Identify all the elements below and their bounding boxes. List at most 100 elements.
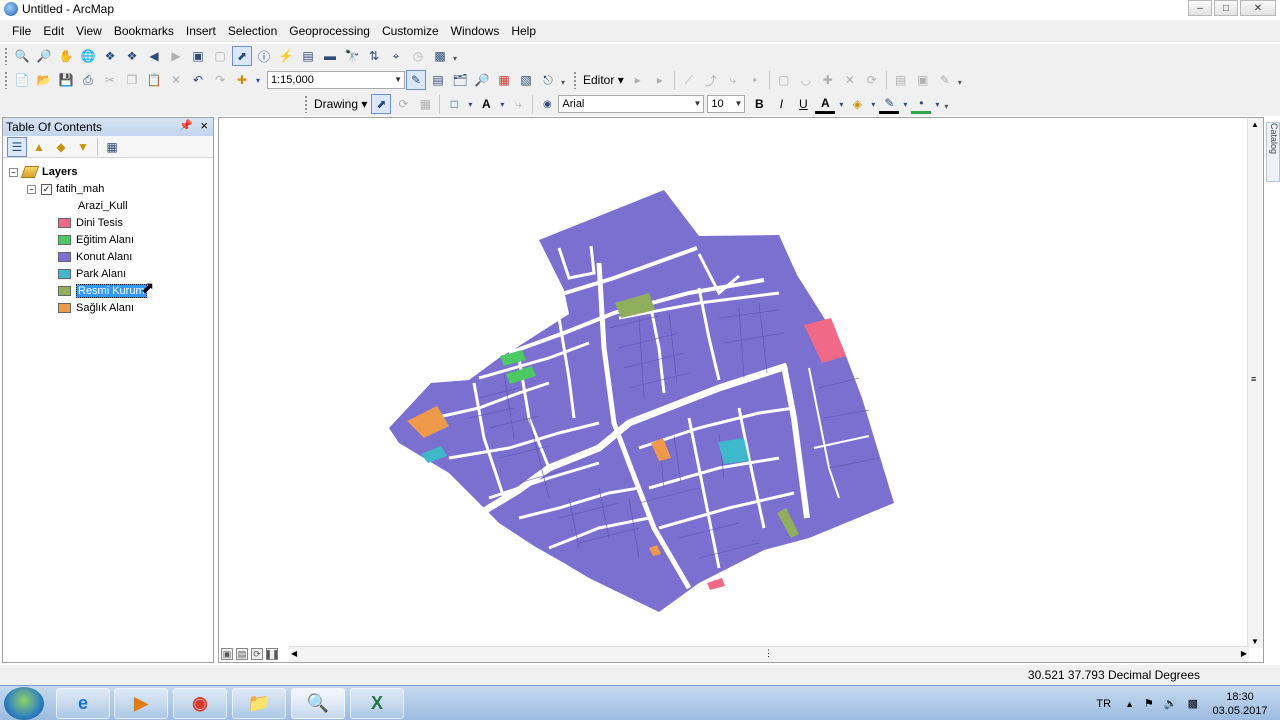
text-dropdown-icon[interactable]: ▾ bbox=[498, 94, 506, 114]
list-by-source-icon[interactable]: ▲ bbox=[29, 137, 49, 157]
scroll-thumb-grip[interactable]: ⋮ bbox=[764, 648, 773, 659]
clock[interactable]: 18:30 03.05.2017 bbox=[1210, 690, 1270, 718]
maximize-button[interactable]: □ bbox=[1214, 0, 1238, 16]
model-builder-icon[interactable]: ⎋ bbox=[538, 70, 558, 90]
delete-icon[interactable]: ✕ bbox=[166, 70, 186, 90]
fill-color-icon[interactable]: ◈ bbox=[847, 94, 867, 114]
fixed-zoom-out-icon[interactable]: ❖ bbox=[122, 46, 142, 66]
map-display[interactable]: ▲ ≡ ▼ ◀ ⋮ ▶ ▣ ▤ ⟳ ❚❚ bbox=[218, 117, 1264, 663]
zoom-in-icon[interactable]: 🔍 bbox=[12, 46, 32, 66]
line-color-icon[interactable]: ✎ bbox=[879, 94, 900, 114]
identify-icon[interactable]: ⓘ bbox=[254, 46, 274, 66]
hyperlink-icon[interactable]: ⚡ bbox=[276, 46, 296, 66]
media-player-icon[interactable]: ▶ bbox=[114, 688, 168, 719]
drawing-menu[interactable]: Drawing ▾ bbox=[311, 97, 370, 111]
copy-icon[interactable]: ❐ bbox=[122, 70, 142, 90]
vertical-scrollbar[interactable]: ▲ ≡ ▼ bbox=[1247, 118, 1263, 648]
zoom-to-selected-icon[interactable]: ▦ bbox=[415, 94, 435, 114]
python-icon[interactable]: ▧ bbox=[516, 70, 536, 90]
print-icon[interactable]: ⎙ bbox=[78, 70, 98, 90]
legend-class-row[interactable]: Konut Alanı bbox=[58, 249, 132, 265]
paste-icon[interactable]: 📋 bbox=[144, 70, 164, 90]
editor-toolbar-icon[interactable]: ✎ bbox=[406, 70, 426, 90]
collapse-icon[interactable]: − bbox=[27, 184, 36, 194]
fill-color-dropdown-icon[interactable]: ▾ bbox=[869, 94, 877, 114]
district-outline[interactable] bbox=[389, 190, 894, 612]
menu-file[interactable]: File bbox=[6, 20, 37, 42]
network-icon[interactable]: ▩ bbox=[1188, 697, 1198, 710]
menu-view[interactable]: View bbox=[70, 20, 108, 42]
marker-color-icon[interactable]: • bbox=[911, 94, 932, 114]
toolbar-grip[interactable] bbox=[304, 95, 308, 113]
search-window-icon[interactable]: 🔎 bbox=[472, 70, 492, 90]
cut-icon[interactable]: ✂ bbox=[100, 70, 120, 90]
menu-windows[interactable]: Windows bbox=[445, 20, 506, 42]
open-icon[interactable]: 📂 bbox=[34, 70, 54, 90]
catalog-side-tab[interactable]: Catalog bbox=[1266, 122, 1280, 182]
end-point-arc-icon[interactable]: ⤴ bbox=[701, 70, 721, 90]
layout-view-icon[interactable]: ▤ bbox=[236, 648, 248, 660]
list-by-selection-icon[interactable]: ▼ bbox=[73, 137, 93, 157]
action-center-icon[interactable]: ⚑ bbox=[1144, 697, 1154, 710]
rectangle-icon[interactable]: □ bbox=[444, 94, 464, 114]
pan-icon[interactable]: ✋ bbox=[56, 46, 76, 66]
redo-icon[interactable]: ↷ bbox=[210, 70, 230, 90]
find-route-icon[interactable]: ⇅ bbox=[364, 46, 384, 66]
menu-insert[interactable]: Insert bbox=[180, 20, 222, 42]
legend-class-label-selected[interactable]: Resmi Kurum bbox=[76, 284, 147, 298]
catalog-icon[interactable]: 🗂 bbox=[450, 70, 470, 90]
line-color-dropdown-icon[interactable]: ▾ bbox=[901, 94, 909, 114]
font-icon[interactable]: ◉ bbox=[537, 94, 557, 114]
close-icon[interactable]: × bbox=[200, 118, 208, 133]
underline-button[interactable]: U bbox=[793, 94, 813, 114]
toolbar-grip[interactable] bbox=[4, 71, 8, 89]
refresh-icon[interactable]: ⟳ bbox=[251, 648, 263, 660]
full-extent-icon[interactable]: 🌐 bbox=[78, 46, 98, 66]
add-data-dropdown-icon[interactable]: ▾ bbox=[254, 70, 262, 90]
add-data-icon[interactable]: ✚ bbox=[232, 70, 252, 90]
collapse-icon[interactable]: − bbox=[9, 167, 18, 177]
marker-color-dropdown-icon[interactable]: ▾ bbox=[933, 94, 941, 114]
select-features-icon[interactable]: ▣ bbox=[188, 46, 208, 66]
layers-root-row[interactable]: − Layers bbox=[9, 164, 77, 180]
toolbar-grip[interactable] bbox=[4, 47, 8, 65]
split-icon[interactable]: ✕ bbox=[840, 70, 860, 90]
language-indicator[interactable]: TR bbox=[1096, 698, 1111, 710]
legend-class-row[interactable]: Resmi Kurum bbox=[58, 283, 147, 299]
data-view-icon[interactable]: ▣ bbox=[221, 648, 233, 660]
bold-button[interactable]: B bbox=[749, 94, 769, 114]
attributes-icon[interactable]: ▤ bbox=[891, 70, 911, 90]
legend-class-row[interactable]: Park Alanı bbox=[58, 266, 126, 282]
font-size-combo[interactable]: 10 ▼ bbox=[707, 95, 746, 113]
toolbar-options-icon[interactable]: ▾ bbox=[958, 73, 966, 87]
toolbar-options-icon[interactable]: ▾ bbox=[944, 97, 952, 111]
new-document-icon[interactable]: 📄 bbox=[12, 70, 32, 90]
font-name-combo[interactable]: Arial ▼ bbox=[558, 95, 705, 113]
go-to-xy-icon[interactable]: ⌖ bbox=[386, 46, 406, 66]
close-button[interactable]: ✕ bbox=[1240, 0, 1276, 16]
measure-icon[interactable]: ▬ bbox=[320, 46, 340, 66]
font-color-button[interactable]: A bbox=[815, 94, 836, 114]
save-icon[interactable]: 💾 bbox=[56, 70, 76, 90]
editor-menu[interactable]: Editor ▾ bbox=[580, 73, 627, 87]
html-popup-icon[interactable]: ▤ bbox=[298, 46, 318, 66]
parcel-dini-tesis[interactable] bbox=[707, 578, 725, 590]
scroll-right-icon[interactable]: ▶ bbox=[1241, 649, 1247, 658]
layer-row[interactable]: − ✓ fatih_mah bbox=[27, 181, 104, 197]
italic-button[interactable]: I bbox=[771, 94, 791, 114]
internet-explorer-icon[interactable]: e bbox=[56, 688, 110, 719]
scroll-thumb-grip[interactable]: ≡ bbox=[1251, 374, 1256, 384]
fixed-zoom-in-icon[interactable]: ❖ bbox=[100, 46, 120, 66]
arcmap-taskbar-icon[interactable]: 🔍 bbox=[291, 688, 345, 719]
edit-annotation-icon[interactable]: ▸ bbox=[650, 70, 670, 90]
zoom-out-icon[interactable]: 🔎 bbox=[34, 46, 54, 66]
horizontal-scrollbar[interactable]: ◀ ⋮ ▶ bbox=[289, 646, 1249, 662]
menu-edit[interactable]: Edit bbox=[37, 20, 70, 42]
scroll-left-icon[interactable]: ◀ bbox=[291, 649, 297, 658]
edit-vertices-icon[interactable]: ⤷ bbox=[508, 94, 528, 114]
cut-polygons-icon[interactable]: ✚ bbox=[818, 70, 838, 90]
menu-geoprocessing[interactable]: Geoprocessing bbox=[283, 20, 376, 42]
map-scale-combo[interactable]: 1:15,000 ▼ bbox=[267, 71, 405, 89]
chrome-icon[interactable]: ◉ bbox=[173, 688, 227, 719]
select-elements-icon[interactable]: ⬈ bbox=[232, 46, 252, 66]
